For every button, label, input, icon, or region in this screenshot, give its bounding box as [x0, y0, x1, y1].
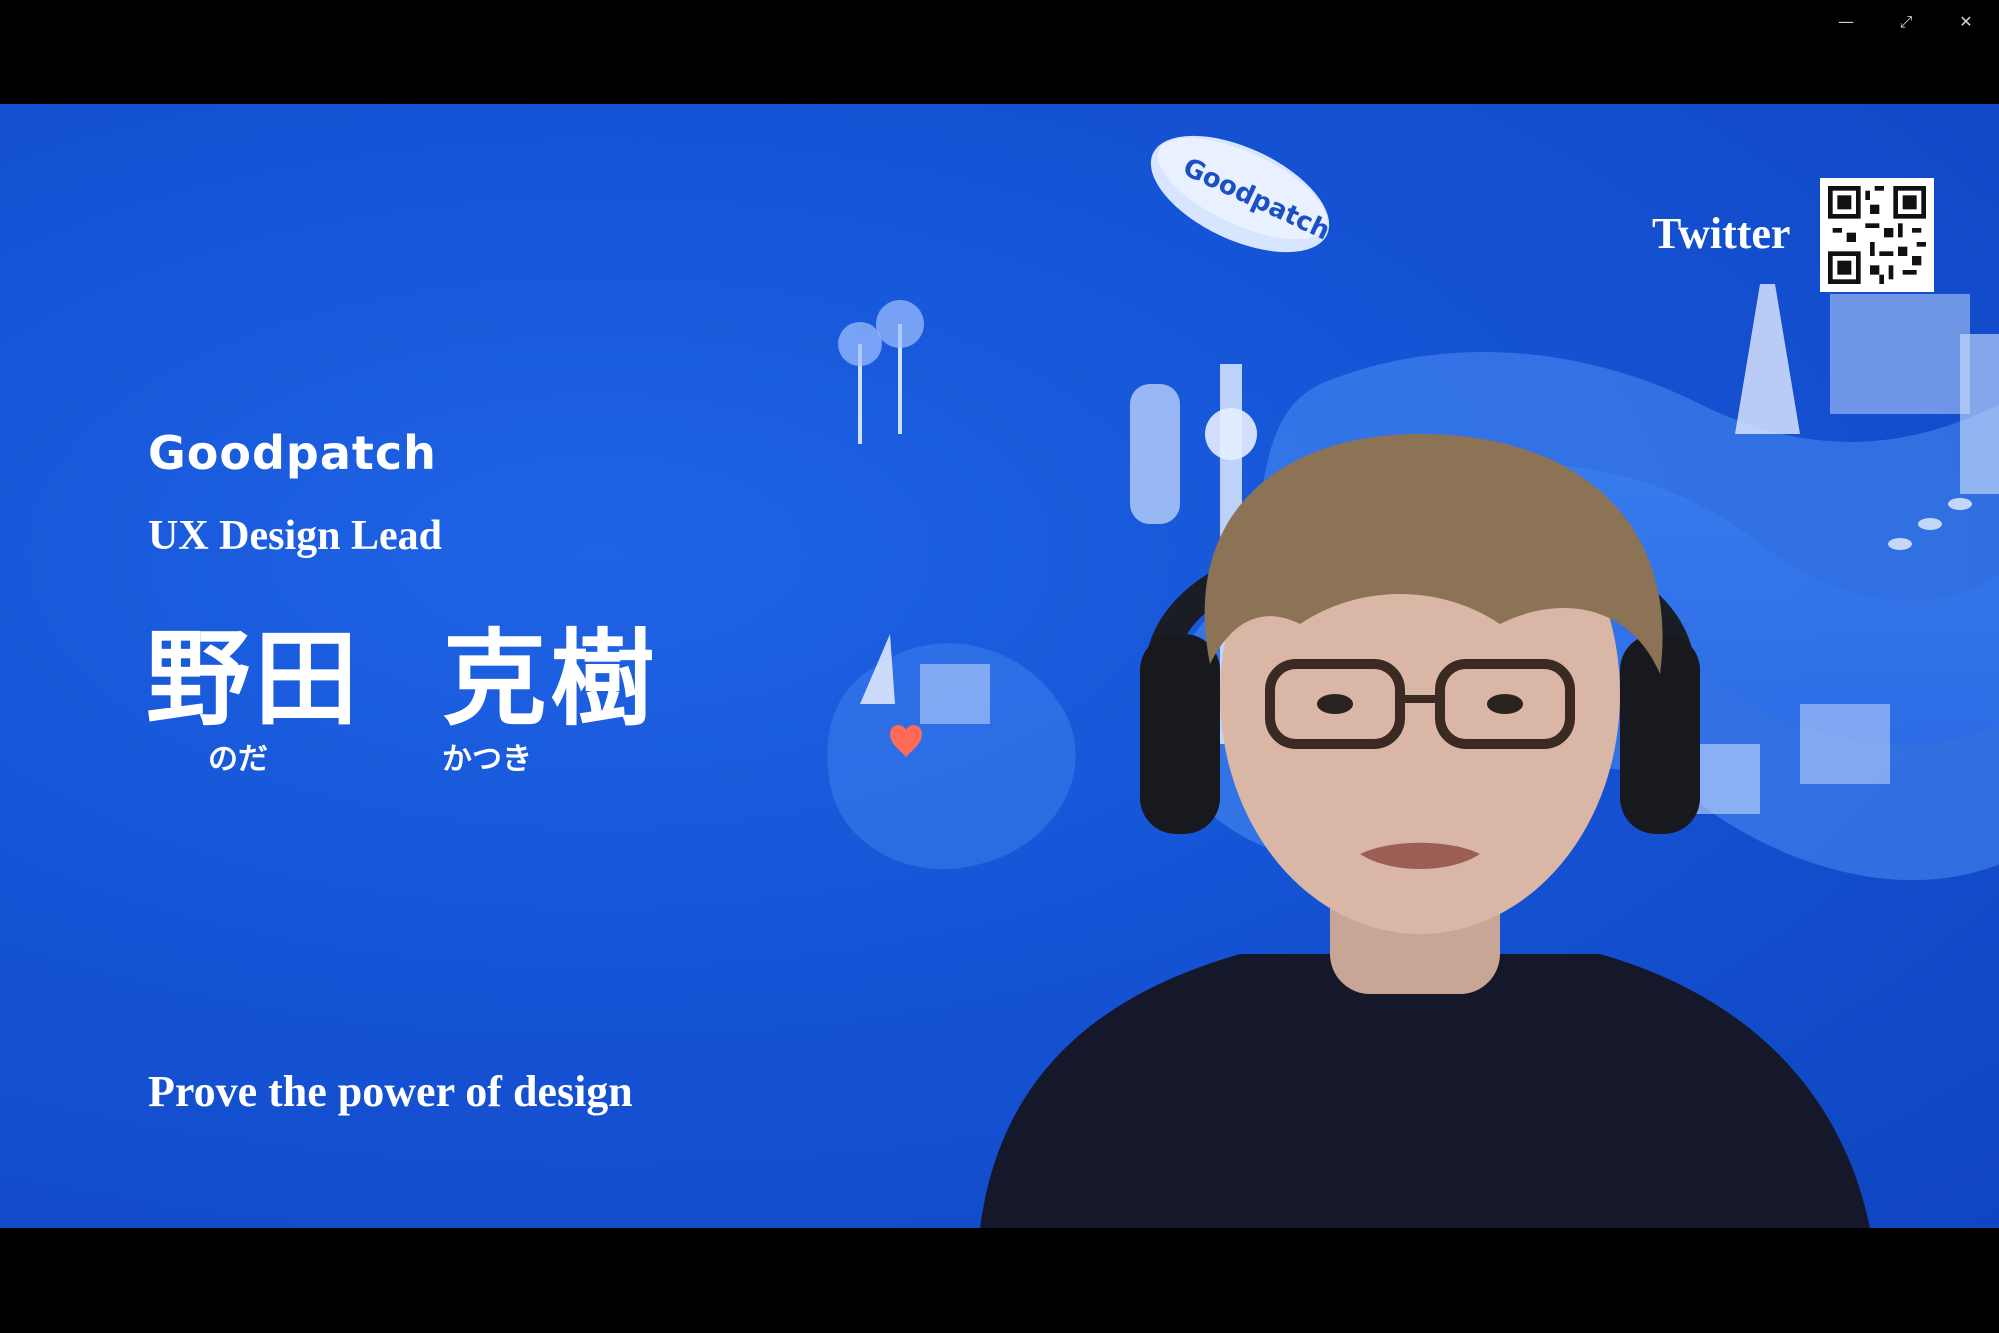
furigana-family: のだ [208, 742, 268, 777]
tagline: Prove the power of design [148, 1067, 633, 1116]
twitter-label: Twitter [1652, 209, 1791, 258]
window-titlebar: — ⤢ ✕ [0, 0, 1999, 104]
minimize-button[interactable]: — [1826, 6, 1866, 38]
furigana-given: かつき [442, 742, 532, 777]
video-feed: Goodpatch Goodpatch UX Design Lead 野田 克樹… [0, 104, 1999, 1228]
window-bottom-bar [0, 1228, 1999, 1333]
speaker-name: 野田 克樹 [146, 617, 659, 740]
twitter-qr-code [1820, 178, 1934, 292]
close-icon: ✕ [1959, 12, 1973, 31]
restore-icon: ⤢ [1899, 12, 1913, 31]
minimize-icon: — [1838, 12, 1854, 31]
restore-button[interactable]: ⤢ [1886, 6, 1926, 38]
qr-code-icon [1828, 186, 1926, 284]
job-title: UX Design Lead [148, 513, 443, 559]
goodpatch-logo: Goodpatch [148, 426, 437, 480]
close-button[interactable]: ✕ [1946, 6, 1986, 38]
presenter-video [980, 434, 1870, 1228]
